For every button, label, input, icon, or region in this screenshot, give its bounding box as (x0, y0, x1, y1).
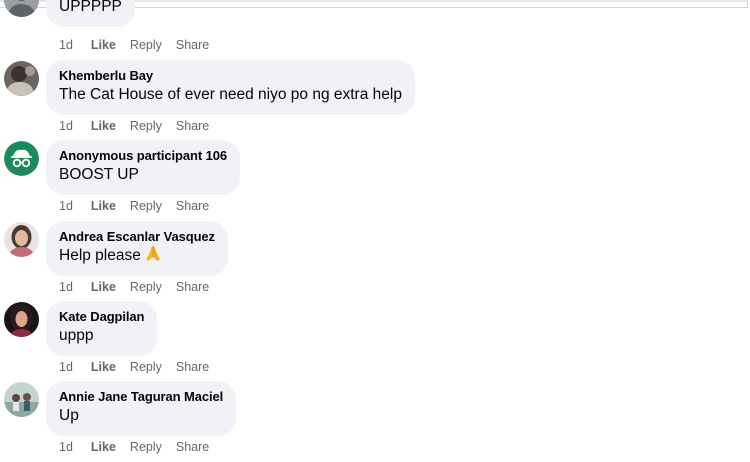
like-button[interactable]: Like (91, 118, 116, 134)
comments-panel: UPPPPP 1d Like Reply Share Khemberlu Bay Th… (0, 0, 750, 462)
like-button[interactable]: Like (91, 279, 116, 295)
comment-timestamp[interactable]: 1d (59, 439, 73, 455)
comment-text: uppp (59, 327, 94, 344)
comment-text: BOOST UP (59, 166, 139, 183)
like-button[interactable]: Like (91, 198, 116, 214)
avatar[interactable] (4, 302, 39, 337)
comment-timestamp[interactable]: 1d (59, 37, 73, 53)
reply-button[interactable]: Reply (130, 359, 162, 375)
share-button[interactable]: Share (176, 37, 209, 53)
share-button[interactable]: Share (176, 279, 209, 295)
comment-actions: 1d Like Reply Share (59, 37, 223, 53)
reply-button[interactable]: Reply (130, 118, 162, 134)
share-button[interactable]: Share (176, 118, 209, 134)
share-button[interactable]: Share (176, 198, 209, 214)
avatar[interactable] (4, 382, 39, 417)
comment-bubble: Anonymous participant 106 BOOST UP (46, 140, 240, 195)
avatar[interactable] (4, 222, 39, 257)
like-button[interactable]: Like (91, 439, 116, 455)
user-photo-avatar (4, 302, 39, 337)
comment-author[interactable]: Khemberlu Bay (59, 68, 402, 84)
comment-author[interactable]: Andrea Escanlar Vasquez (59, 229, 215, 245)
comment-text: Up (59, 407, 79, 424)
like-button[interactable]: Like (91, 359, 116, 375)
comment-timestamp[interactable]: 1d (59, 279, 73, 295)
comment-author[interactable]: Kate Dagpilan (59, 309, 144, 325)
comment-bubble: Annie Jane Taguran Maciel Up (46, 381, 237, 436)
comment-text: UPPPPP (59, 0, 122, 15)
reply-button[interactable]: Reply (130, 279, 162, 295)
like-button[interactable]: Like (91, 37, 116, 53)
comment-bubble: UPPPPP (46, 0, 135, 27)
comment-actions: 1d Like Reply Share (59, 439, 223, 455)
comment-author[interactable]: Anonymous participant 106 (59, 148, 227, 164)
share-button[interactable]: Share (176, 359, 209, 375)
reply-button[interactable]: Reply (130, 37, 162, 53)
comment-author[interactable]: Annie Jane Taguran Maciel (59, 389, 223, 405)
comment-actions: 1d Like Reply Share (59, 118, 223, 134)
user-photo-avatar (4, 61, 39, 96)
comment-timestamp[interactable]: 1d (59, 198, 73, 214)
comment-actions: 1d Like Reply Share (59, 359, 223, 375)
avatar[interactable] (4, 0, 39, 17)
comment-bubble: Khemberlu Bay The Cat House of ever need… (46, 60, 415, 115)
comment-text: Help please (59, 245, 215, 267)
user-photo-avatar (4, 0, 39, 17)
reply-button[interactable]: Reply (130, 198, 162, 214)
comment-bubble: Andrea Escanlar Vasquez Help please (46, 221, 228, 276)
comment-text: The Cat House of ever need niyo po ng ex… (59, 86, 402, 103)
avatar[interactable] (4, 141, 39, 176)
avatar[interactable] (4, 61, 39, 96)
user-photo-avatar (4, 382, 39, 417)
comment-text-value: Help please (59, 247, 141, 264)
reply-button[interactable]: Reply (130, 439, 162, 455)
comment-bubble: Kate Dagpilan uppp (46, 301, 158, 356)
anonymous-incognito-icon (4, 141, 39, 176)
comment-actions: 1d Like Reply Share (59, 279, 223, 295)
user-photo-avatar (4, 222, 39, 257)
share-button[interactable]: Share (176, 439, 209, 455)
comment-timestamp[interactable]: 1d (59, 118, 73, 134)
comment-timestamp[interactable]: 1d (59, 359, 73, 375)
comment-actions: 1d Like Reply Share (59, 198, 223, 214)
folded-hands-emoji (145, 246, 160, 261)
